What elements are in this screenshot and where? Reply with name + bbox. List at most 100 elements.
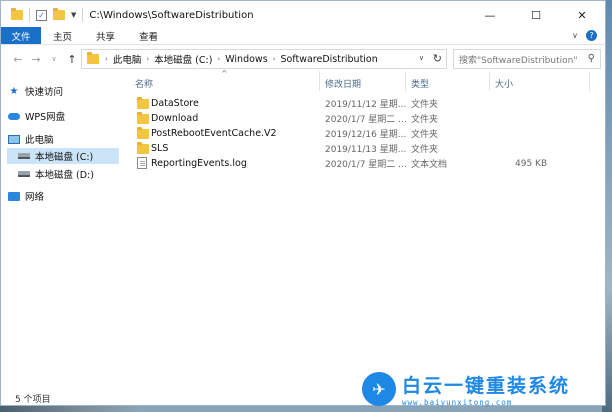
sidebar-item-quick-access[interactable]: ★ 快速访问 [7, 83, 119, 99]
breadcrumb-windows[interactable]: Windows [225, 54, 267, 65]
file-name: DataStore [151, 98, 199, 109]
column-header-type[interactable]: 类型 [411, 75, 491, 91]
chevron-right-icon[interactable]: › [146, 55, 149, 63]
search-input[interactable]: 搜索"SoftwareDistribution" ⚲ [453, 49, 601, 69]
sidebar-item-label: 本地磁盘 (C:) [35, 152, 94, 163]
minimize-button[interactable]: — [467, 1, 513, 29]
properties-icon[interactable]: ✓ [36, 9, 47, 21]
column-header-date[interactable]: 修改日期 [325, 75, 405, 91]
column-header-size[interactable]: 大小 [495, 75, 555, 91]
file-name: PostRebootEventCache.V2 [151, 128, 277, 139]
file-date: 2020/1/7 星期二 ... [325, 115, 407, 125]
navigation-pane: ★ 快速访问 WPS网盘 此电脑 本地磁盘 (C:) 本地磁盘 (D:) 网络 [1, 75, 121, 389]
text-file-icon [137, 157, 147, 169]
sidebar-item-drive-d[interactable]: 本地磁盘 (D:) [7, 166, 119, 182]
sidebar-item-label: 本地磁盘 (D:) [35, 170, 94, 181]
item-count: 5 个项目 [15, 394, 51, 405]
sidebar-item-label: 网络 [25, 192, 45, 203]
watermark: ✈ 白云一键重装系统 www.baiyunxitong.com [362, 368, 610, 410]
chevron-right-icon[interactable]: › [217, 55, 220, 63]
file-name: ReportingEvents.log [151, 158, 247, 169]
chevron-down-icon[interactable]: ▼ [71, 11, 76, 19]
folder-icon [11, 8, 23, 20]
table-row[interactable]: Download 2020/1/7 星期二 ... 文件夹 [135, 111, 601, 126]
sidebar-item-label: 快速访问 [25, 87, 64, 98]
table-row[interactable]: PostRebootEventCache.V2 2019/12/16 星期...… [135, 126, 601, 141]
tab-view[interactable]: 查看 [127, 27, 170, 44]
divider [29, 8, 30, 22]
ribbon-right: ∨ ? [572, 27, 605, 44]
breadcrumb-drive-c[interactable]: 本地磁盘 (C:) [154, 52, 212, 66]
file-type: 文本文档 [411, 160, 448, 170]
help-icon[interactable]: ? [586, 30, 597, 41]
ribbon-tabs: 文件 主页 共享 查看 ∨ ? [1, 27, 605, 45]
close-button[interactable]: ✕ [559, 1, 605, 29]
quick-access-toolbar: ✓ ▼ [1, 8, 84, 22]
window-title: C:\Windows\SoftwareDistribution [89, 9, 254, 21]
forward-arrow-icon[interactable]: → [27, 53, 45, 66]
file-list: ^ 名称 修改日期 类型 大小 DataStore 2019/11/12 星期.… [125, 69, 605, 391]
sidebar-item-label: WPS网盘 [25, 112, 66, 123]
folder-icon [87, 52, 99, 64]
star-icon: ★ [9, 85, 19, 97]
folder-icon [137, 112, 149, 124]
watermark-url: www.baiyunxitong.com [402, 398, 513, 407]
address-bar[interactable]: › 此电脑 › 本地磁盘 (C:) › Windows › SoftwareDi… [81, 49, 447, 69]
drive-icon [18, 171, 30, 177]
folder-icon [137, 127, 149, 139]
file-date: 2019/11/13 星期... [325, 145, 407, 155]
new-folder-icon[interactable] [53, 8, 65, 20]
sidebar-item-wps-drive[interactable]: WPS网盘 [7, 108, 119, 124]
sidebar-item-network[interactable]: 网络 [7, 188, 119, 204]
file-type: 文件夹 [411, 100, 439, 110]
recent-chevron-icon[interactable]: ∨ [45, 55, 63, 63]
table-row[interactable]: ReportingEvents.log 2020/1/7 星期二 ... 文本文… [135, 156, 601, 171]
table-row[interactable]: SLS 2019/11/13 星期... 文件夹 [135, 141, 601, 156]
sidebar-item-drive-c[interactable]: 本地磁盘 (C:) [7, 148, 119, 164]
chevron-right-icon[interactable]: › [273, 55, 276, 63]
file-type: 文件夹 [411, 145, 439, 155]
pc-icon [8, 134, 20, 144]
column-divider[interactable] [319, 71, 320, 91]
cloud-icon [8, 112, 20, 120]
tab-file[interactable]: 文件 [1, 27, 41, 44]
column-divider[interactable] [589, 71, 590, 91]
refresh-icon[interactable]: ↻ [433, 52, 442, 65]
column-header-name[interactable]: 名称 [135, 75, 315, 91]
network-icon [8, 191, 20, 201]
title-bar: ✓ ▼ C:\Windows\SoftwareDistribution — ☐ … [1, 1, 605, 29]
maximize-button[interactable]: ☐ [513, 1, 559, 29]
table-row[interactable]: DataStore 2019/11/12 星期... 文件夹 [135, 96, 601, 111]
tab-share[interactable]: 共享 [84, 27, 127, 44]
breadcrumb-this-pc[interactable]: 此电脑 [113, 52, 142, 66]
column-divider[interactable] [489, 71, 490, 91]
back-arrow-icon[interactable]: ← [9, 53, 27, 66]
chevron-right-icon[interactable]: › [105, 55, 108, 63]
navigation-row: ← → ∨ ↑ › 此电脑 › 本地磁盘 (C:) › Windows › So… [1, 46, 605, 72]
file-type: 文件夹 [411, 115, 439, 125]
folder-icon [137, 142, 149, 154]
breadcrumb-softwaredistribution[interactable]: SoftwareDistribution [280, 54, 377, 65]
file-date: 2019/12/16 星期... [325, 130, 407, 140]
sidebar-item-this-pc[interactable]: 此电脑 [7, 131, 119, 147]
search-placeholder: 搜索"SoftwareDistribution" [459, 55, 578, 66]
file-name: SLS [151, 143, 169, 154]
explorer-window: ✓ ▼ C:\Windows\SoftwareDistribution — ☐ … [0, 0, 606, 406]
file-name: Download [151, 113, 199, 124]
tab-home[interactable]: 主页 [41, 27, 84, 44]
file-date: 2019/11/12 星期... [325, 100, 407, 110]
drive-icon [18, 153, 30, 159]
watermark-title: 白云一键重装系统 [402, 375, 571, 397]
bird-logo-icon: ✈ [362, 372, 396, 406]
file-size: 495 KB [515, 158, 548, 169]
column-divider[interactable] [405, 71, 406, 91]
sidebar-item-label: 此电脑 [25, 135, 54, 146]
file-date: 2020/1/7 星期二 ... [325, 160, 407, 170]
window-controls: — ☐ ✕ [467, 1, 605, 29]
chevron-down-icon[interactable]: ∨ [419, 54, 424, 62]
chevron-down-icon[interactable]: ∨ [572, 31, 578, 40]
divider [82, 8, 84, 22]
file-type: 文件夹 [411, 130, 439, 140]
up-arrow-icon[interactable]: ↑ [63, 53, 81, 66]
search-icon[interactable]: ⚲ [588, 53, 595, 64]
